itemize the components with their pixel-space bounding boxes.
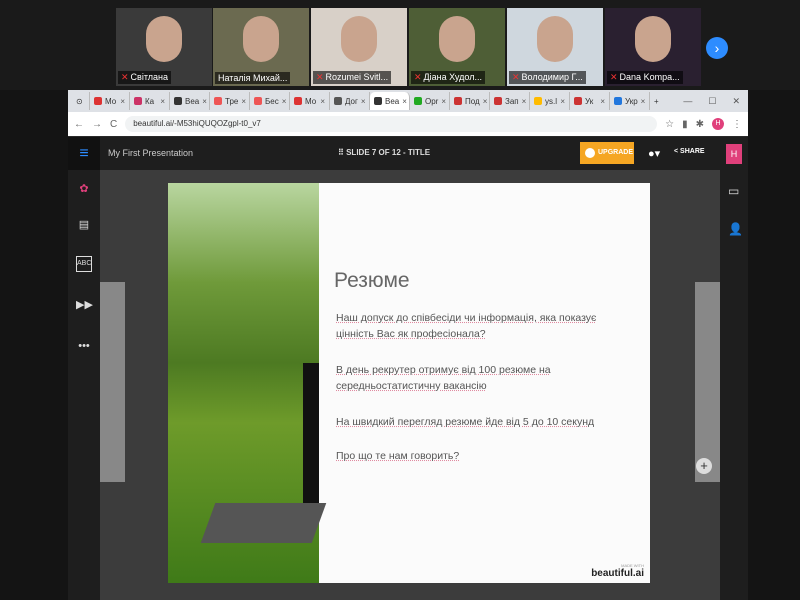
animation-icon[interactable]: ▶▶ <box>76 298 93 314</box>
minimize-icon[interactable]: — <box>683 96 692 107</box>
browser-tab[interactable]: Ка × <box>130 92 170 110</box>
extension-icon[interactable]: ▮ <box>682 119 688 130</box>
participant-tile[interactable]: ✕ Володимир Г... <box>507 8 603 86</box>
comment-icon[interactable]: ▭ <box>728 184 739 198</box>
star-icon[interactable]: ☆ <box>665 119 674 130</box>
slide[interactable]: Резюме Наш допуск до співбесіди чи інфор… <box>168 183 650 583</box>
address-bar-row: ← → C beautiful.ai/-M53hiQUQOZgpl-t0_v7 … <box>68 112 748 136</box>
browser-tab[interactable]: Бес × <box>250 92 290 110</box>
participant-name: Rozumei Svitl... <box>325 72 389 82</box>
tab-bar: ⊙ Мо × Ка × Bea × Тре × Бес × Мо × Дог × Bea × O… <box>68 90 748 112</box>
back-icon[interactable]: ← <box>74 119 84 130</box>
layout-icon[interactable]: ▤ <box>76 218 92 234</box>
participant-name: Світлана <box>130 72 168 82</box>
muted-mic-icon: ✕ <box>121 72 129 82</box>
participant-name: Володимир Г... <box>521 72 583 82</box>
browser-tab[interactable]: Под × <box>450 92 490 110</box>
slide-title[interactable]: Резюме <box>334 269 410 293</box>
muted-mic-icon: ✕ <box>512 72 520 82</box>
slide-indicator[interactable]: ⠿ SLIDE 7 OF 12 - TITLE <box>338 148 430 157</box>
slide-paragraph[interactable]: Про що те нам говорить? <box>336 448 636 464</box>
browser-tab[interactable]: Укр × <box>610 92 650 110</box>
puzzle-icon[interactable]: ✱ <box>696 119 704 130</box>
hamburger-menu-icon[interactable]: ≡ <box>68 137 100 170</box>
add-collaborator-icon[interactable]: 👤 <box>728 222 743 236</box>
browser-tab[interactable]: ys.l × <box>530 92 570 110</box>
slide-paragraph[interactable]: В день рекрутер отримує від 100 резюме н… <box>336 362 636 394</box>
new-tab-button[interactable]: + <box>650 92 666 110</box>
participant-tile[interactable]: Наталія Михай... <box>213 8 309 86</box>
url-input[interactable]: beautiful.ai/-M53hiQUQOZgpl-t0_v7 <box>125 116 658 132</box>
browser-tab[interactable]: Мо × <box>90 92 130 110</box>
right-toolbar: ▭ 👤 <box>720 170 748 600</box>
presentation-title[interactable]: My First Presentation <box>108 148 193 158</box>
previous-slide-preview[interactable] <box>100 282 125 482</box>
maximize-icon[interactable]: ☐ <box>708 96 716 107</box>
participant-tile[interactable]: ✕ Світлана <box>116 8 212 86</box>
profile-avatar[interactable]: H <box>712 118 724 130</box>
app-header: ≡ My First Presentation ⠿ SLIDE 7 OF 12 … <box>68 137 748 170</box>
slide-paragraph[interactable]: Наш допуск до співбесіди чи інформація, … <box>336 310 636 342</box>
browser-tab[interactable]: Тре × <box>210 92 250 110</box>
participant-name: Наталія Михай... <box>218 73 288 83</box>
reload-icon[interactable]: C <box>110 119 117 130</box>
participant-name: Dana Kompa... <box>619 72 680 82</box>
slide-canvas: Резюме Наш допуск до співбесіди чи інфор… <box>100 170 720 600</box>
user-avatar[interactable]: H <box>726 144 742 164</box>
play-dropdown-icon[interactable]: ●▾ <box>648 147 660 160</box>
share-button[interactable]: < SHARE <box>674 148 705 155</box>
text-abc-icon[interactable]: ABC <box>76 256 92 272</box>
browser-tab-active[interactable]: Bea × <box>370 92 410 110</box>
slide-photo-grass-laptop <box>168 183 327 583</box>
muted-mic-icon: ✕ <box>316 72 324 82</box>
browser-window: ⊙ Мо × Ка × Bea × Тре × Бес × Мо × Дог × Bea × O… <box>68 90 748 600</box>
grid-icon: ⠿ <box>338 148 347 157</box>
more-icon[interactable]: ••• <box>76 340 92 356</box>
browser-tab[interactable]: Ук × <box>570 92 610 110</box>
participant-tile[interactable]: ✕ Dana Kompa... <box>605 8 701 86</box>
browser-tab[interactable]: Мо × <box>290 92 330 110</box>
browser-tab[interactable]: Зап × <box>490 92 530 110</box>
slide-paragraph[interactable]: На швидкий перегляд резюме йде від 5 до … <box>336 414 636 430</box>
participant-tile[interactable]: ✕ Діана Худол... <box>409 8 505 86</box>
add-slide-button[interactable]: + <box>696 458 712 474</box>
close-icon[interactable]: ✕ <box>732 96 740 107</box>
browser-tab[interactable]: Дог × <box>330 92 370 110</box>
kebab-menu-icon[interactable]: ⋮ <box>732 119 742 130</box>
made-with-logo: MADE WITH beautiful.ai <box>591 563 644 579</box>
participant-strip: ✕ Світлана Наталія Михай... ✕ Rozumei Svit… <box>0 0 800 90</box>
forward-icon[interactable]: → <box>92 119 102 130</box>
upgrade-button[interactable]: UPGRADE <box>580 142 634 164</box>
color-palette-icon[interactable]: ✿ <box>76 182 92 198</box>
next-slide-preview[interactable] <box>695 282 720 482</box>
muted-mic-icon: ✕ <box>414 72 422 82</box>
left-toolbar: ✿ ▤ ABC ▶▶ ••• <box>68 170 100 600</box>
browser-tab[interactable]: Bea × <box>170 92 210 110</box>
tab-search-icon[interactable]: ⊙ <box>72 92 90 110</box>
browser-tab[interactable]: Opr × <box>410 92 450 110</box>
muted-mic-icon: ✕ <box>610 72 618 82</box>
participant-tile[interactable]: ✕ Rozumei Svitl... <box>311 8 407 86</box>
participant-name: Діана Худол... <box>423 72 482 82</box>
next-participants-button[interactable]: › <box>706 37 728 59</box>
